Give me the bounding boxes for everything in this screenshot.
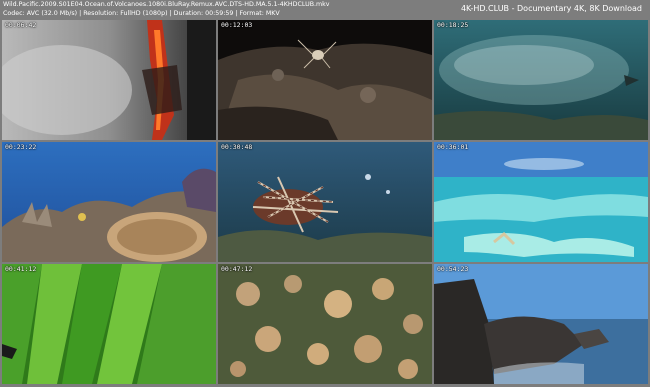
thumbnail-8[interactable]: 00:47:12: [218, 264, 432, 384]
info-header: Wild.Pacific.2009.S01E04.Ocean.of.Volcan…: [0, 0, 650, 20]
lava-waterfall-scene-icon: [2, 20, 216, 140]
media-info: Codec: AVC (32.0 Mb/s) | Resolution: Ful…: [3, 10, 280, 17]
file-name: Wild.Pacific.2009.S01E04.Ocean.of.Volcan…: [3, 1, 330, 8]
thumbnail-1[interactable]: 00:06:42: [2, 20, 216, 140]
timestamp: 00:23:22: [5, 143, 37, 151]
thumbnail-4[interactable]: 00:23:22: [2, 142, 216, 262]
coral-reef-scene-icon: [2, 142, 216, 262]
lagoon-aerial-scene-icon: [434, 142, 648, 262]
crab-on-rock-scene-icon: [218, 20, 432, 140]
thumbnail-2[interactable]: 00:12:03: [218, 20, 432, 140]
thumbnail-grid: 00:06:42 00:12:03 00:18:25 00:23:22 00:3…: [2, 20, 648, 384]
palm-frond-scene-icon: [2, 264, 216, 384]
timestamp: 00:18:25: [437, 21, 469, 29]
rocky-coast-scene-icon: [434, 264, 648, 384]
fish-school-scene-icon: [434, 20, 648, 140]
timestamp: 00:54:23: [437, 265, 469, 273]
lionfish-scene-icon: [218, 142, 432, 262]
jellyfish-scene-icon: [218, 264, 432, 384]
brand-label: 4K-HD.CLUB - Documentary 4K, 8K Download: [460, 4, 642, 13]
thumbnail-6[interactable]: 00:36:01: [434, 142, 648, 262]
timestamp: 00:12:03: [221, 21, 253, 29]
thumbnail-5[interactable]: 00:30:48: [218, 142, 432, 262]
thumbnail-7[interactable]: 00:41:12: [2, 264, 216, 384]
thumbnail-9[interactable]: 00:54:23: [434, 264, 648, 384]
timestamp: 00:41:12: [5, 265, 37, 273]
timestamp: 00:06:42: [5, 21, 37, 29]
timestamp: 00:36:01: [437, 143, 469, 151]
thumbnail-3[interactable]: 00:18:25: [434, 20, 648, 140]
timestamp: 00:47:12: [221, 265, 253, 273]
timestamp: 00:30:48: [221, 143, 253, 151]
